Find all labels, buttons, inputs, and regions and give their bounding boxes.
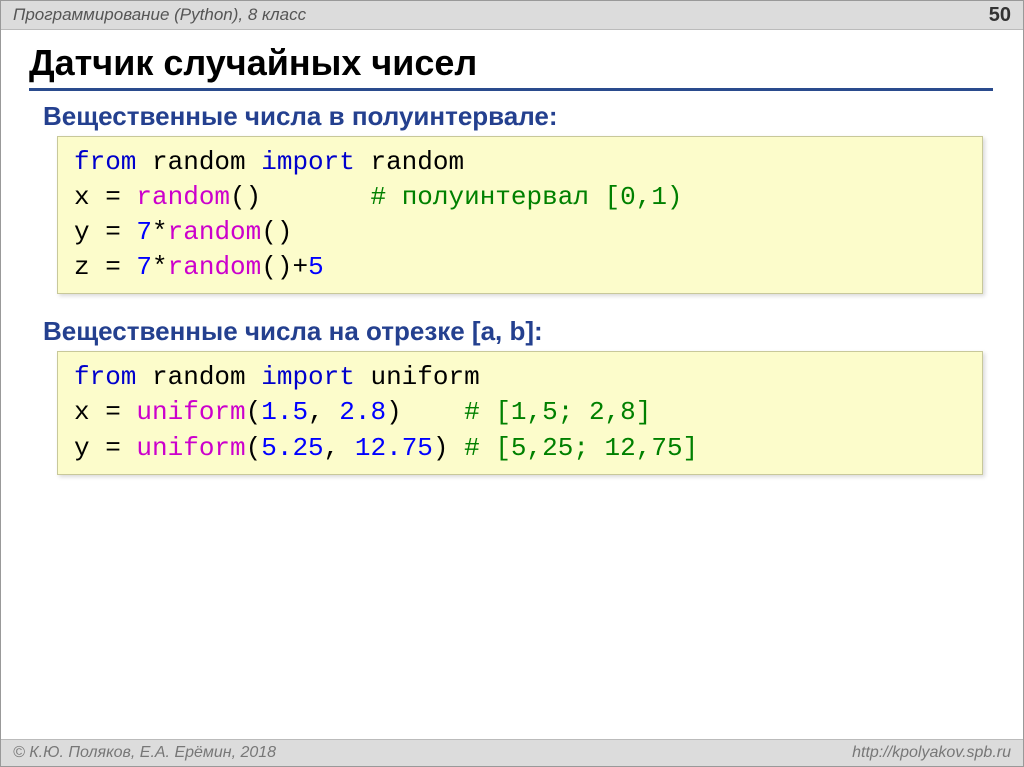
- c2l3-pre: y =: [74, 433, 136, 463]
- copyright: © К.Ю. Поляков, Е.А. Ерёмин, 2018: [13, 744, 276, 762]
- fn-uniform: uniform: [136, 433, 245, 463]
- imp-random: random: [355, 147, 464, 177]
- imp-uniform: uniform: [355, 362, 480, 392]
- title-underline: [29, 88, 993, 91]
- c2l2-comment: # [1,5; 2,8]: [464, 397, 651, 427]
- c2l2-close: ): [386, 397, 402, 427]
- c2l3-pad: [449, 433, 465, 463]
- c2l3-comment: # [5,25; 12,75]: [464, 433, 698, 463]
- c1l3-star: *: [152, 217, 168, 247]
- c2l2-pad: [402, 397, 464, 427]
- code-block-2: from random import uniform x = uniform(1…: [57, 351, 983, 474]
- c1l2-comment: # полуинтервал [0,1): [370, 182, 682, 212]
- c1l3-n1: 7: [136, 217, 152, 247]
- c2l2-a2: 2.8: [339, 397, 386, 427]
- mod-random: random: [136, 147, 261, 177]
- c1l2-pre: x =: [74, 182, 136, 212]
- c1l2-post: (): [230, 182, 370, 212]
- c2l3-a1: 5.25: [261, 433, 323, 463]
- section-1-label: Вещественные числа в полуинтервале:: [1, 95, 1023, 136]
- c1l4-post: ()+: [261, 252, 308, 282]
- slide: Программирование (Python), 8 класс 50 Да…: [0, 0, 1024, 767]
- mod-random: random: [136, 362, 261, 392]
- code-block-1: from random import random x = random() #…: [57, 136, 983, 294]
- fn-uniform: uniform: [136, 397, 245, 427]
- c1l3-pre: y =: [74, 217, 136, 247]
- footer-bar: © К.Ю. Поляков, Е.А. Ерёмин, 2018 http:/…: [1, 739, 1023, 766]
- course-title: Программирование (Python), 8 класс: [13, 5, 306, 25]
- c1l4-pre: z =: [74, 252, 136, 282]
- c1l3-post: (): [261, 217, 292, 247]
- c2l3-a2: 12.75: [355, 433, 433, 463]
- footer-url: http://kpolyakov.spb.ru: [852, 744, 1011, 762]
- fn-random: random: [136, 182, 230, 212]
- slide-title: Датчик случайных чисел: [29, 42, 995, 84]
- c2l2-comma: ,: [308, 397, 339, 427]
- c2l3-close: ): [433, 433, 449, 463]
- c2l2-open: (: [246, 397, 262, 427]
- page-number: 50: [989, 4, 1011, 27]
- section-2-label: Вещественные числа на отрезке [a, b]:: [1, 310, 1023, 351]
- kw-from: from: [74, 147, 136, 177]
- c2l2-pre: x =: [74, 397, 136, 427]
- header-bar: Программирование (Python), 8 класс 50: [1, 1, 1023, 30]
- fn-random: random: [168, 217, 262, 247]
- c2l3-comma: ,: [324, 433, 355, 463]
- kw-from: from: [74, 362, 136, 392]
- heading: Датчик случайных чисел: [1, 30, 1023, 95]
- c1l4-star: *: [152, 252, 168, 282]
- c2l3-open: (: [246, 433, 262, 463]
- c1l4-n1: 7: [136, 252, 152, 282]
- c1l4-n2: 5: [308, 252, 324, 282]
- kw-import: import: [261, 362, 355, 392]
- kw-import: import: [261, 147, 355, 177]
- fn-random: random: [168, 252, 262, 282]
- c2l2-a1: 1.5: [261, 397, 308, 427]
